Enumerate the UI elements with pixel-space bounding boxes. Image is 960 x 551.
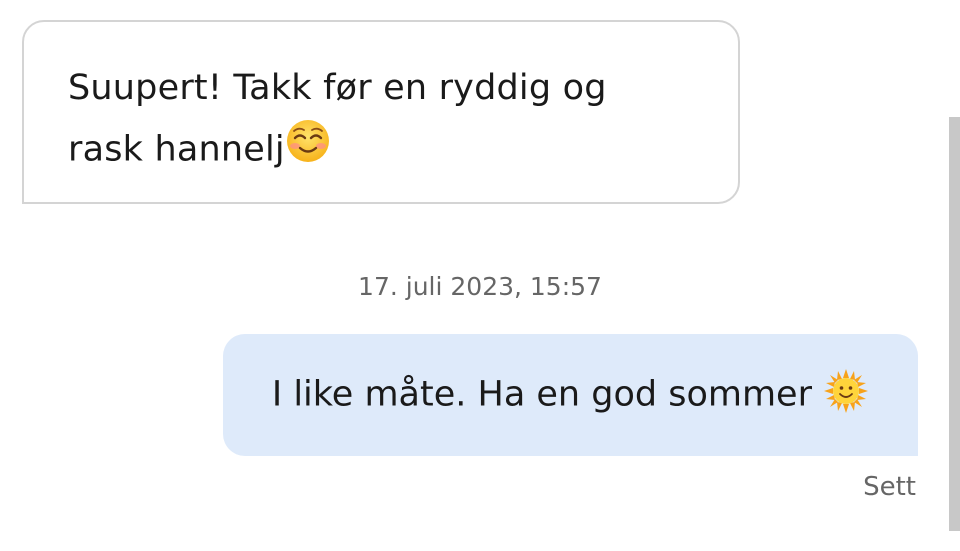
chat-conversation: Suupert! Takk før en ryddig og rask hann… xyxy=(0,0,960,551)
incoming-message-line-2: rask hannelj xyxy=(68,129,285,170)
scrollbar-thumb[interactable] xyxy=(949,117,960,531)
sun-with-face-icon xyxy=(823,368,869,423)
incoming-message-bubble[interactable]: Suupert! Takk før en ryddig og rask hann… xyxy=(22,20,740,204)
outgoing-message-bubble[interactable]: I like måte. Ha en god sommer xyxy=(223,334,918,456)
outgoing-message-content: I like måte. Ha en god sommer xyxy=(271,374,812,414)
read-status-label: Sett xyxy=(863,472,916,502)
outgoing-message-text: I like måte. Ha en god sommer xyxy=(272,368,869,423)
incoming-message-text: Suupert! Takk før en ryddig og rask hann… xyxy=(68,58,694,183)
message-timestamp: 17. juli 2023, 15:57 xyxy=(358,272,602,301)
incoming-message-line-1: Suupert! Takk før en ryddig og xyxy=(68,68,607,108)
smiling-face-with-smiling-eyes-icon xyxy=(285,118,331,183)
